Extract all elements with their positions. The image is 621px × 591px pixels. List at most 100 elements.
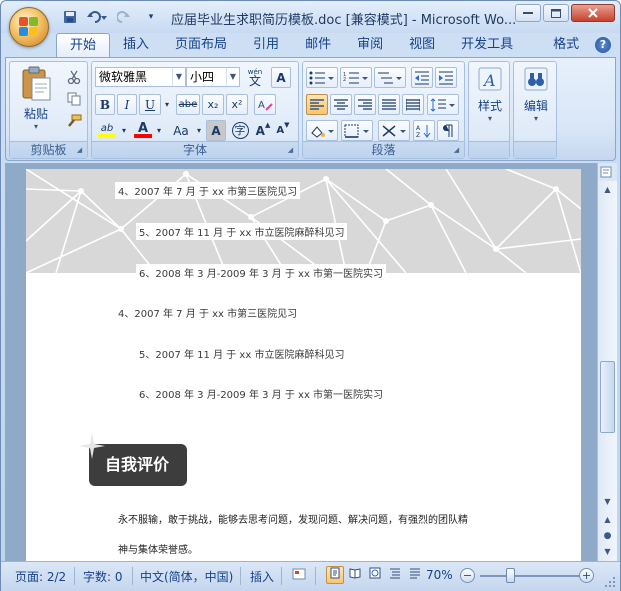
language[interactable]: 中文(简体，中国) [140,568,233,585]
print-layout-view-icon[interactable] [326,566,344,584]
underline-button[interactable]: U [139,94,161,115]
strikethrough-button[interactable]: abe [176,94,200,115]
cut-icon[interactable] [63,66,85,87]
underline-dropdown-icon[interactable]: ▾ [161,94,173,115]
macro-record-icon[interactable] [290,567,308,585]
justify-button[interactable] [378,94,400,115]
editing-dropdown-icon[interactable]: ▾ [513,114,559,123]
increase-indent-button[interactable] [435,67,457,88]
bold-button[interactable]: B [95,94,115,115]
multilevel-list-button[interactable] [374,67,406,88]
paragraph-dialog-launcher-icon[interactable]: ◢ [452,146,461,155]
paste-dropdown-icon[interactable]: ▾ [13,122,59,131]
chinese-layout-button[interactable] [378,120,410,141]
status-separator [74,567,75,585]
align-center-button[interactable] [330,94,352,115]
align-left-button[interactable] [306,94,328,115]
minimize-button[interactable] [515,4,541,22]
tab-developer[interactable]: 开发工具 [448,33,526,57]
vertical-scrollbar[interactable]: ▲ ▼ ▲ ● ▼ [597,181,617,561]
enclose-characters-button[interactable]: 字 [229,120,251,141]
tab-home[interactable]: 开始 [56,33,111,57]
borders-button[interactable] [341,120,373,141]
page-count[interactable]: 页面: 2/2 [15,568,66,585]
tab-references[interactable]: 引用 [240,33,292,57]
zoom-level[interactable]: 70% [426,568,453,582]
change-case-button[interactable]: Aa [168,120,194,141]
shrink-font-button[interactable]: A ▼ [273,120,293,141]
grow-font-button[interactable]: A ▲ [253,120,273,141]
font-dialog-launcher-icon[interactable]: ◢ [286,146,295,155]
font-name-value: 微软雅黑 [99,70,148,84]
maximize-button[interactable] [543,4,569,22]
numbering-button[interactable]: 12 [340,67,372,88]
distributed-button[interactable] [402,94,424,115]
phonetic-guide-button[interactable]: wén 文 [243,66,267,88]
web-layout-view-icon[interactable] [366,566,384,584]
undo-icon[interactable] [83,8,111,26]
save-icon[interactable] [61,8,79,26]
full-screen-reading-view-icon[interactable] [346,566,364,584]
clear-formatting-button[interactable]: A [254,94,276,115]
change-case-dropdown-icon[interactable]: ▾ [194,120,204,141]
character-border-button[interactable]: A [271,67,291,88]
help-icon[interactable]: ? [595,37,611,53]
editing-button[interactable]: 编辑 ▾ [513,66,559,140]
zoom-slider-track[interactable] [480,575,582,577]
office-button[interactable] [9,7,49,47]
shading-button[interactable] [306,120,338,141]
redo-icon[interactable] [115,8,133,26]
font-size-select[interactable]: 小四 ▼ [186,67,240,87]
font-color-dropdown-icon[interactable]: ▾ [154,120,164,141]
office-logo-icon [19,17,39,37]
previous-page-icon[interactable]: ▲ [600,513,615,527]
font-name-select[interactable]: 微软雅黑 ▼ [95,67,186,87]
bullets-button[interactable] [306,67,338,88]
highlight-button[interactable]: ab [95,120,119,141]
font-name-dropdown-icon[interactable]: ▼ [172,68,185,86]
styles-dropdown-icon[interactable]: ▾ [467,114,513,123]
tab-review[interactable]: 审阅 [344,33,396,57]
copy-icon[interactable] [63,88,85,109]
highlight-dropdown-icon[interactable]: ▾ [119,120,129,141]
align-right-button[interactable] [354,94,376,115]
clipboard-dialog-launcher-icon[interactable]: ◢ [75,146,84,155]
word-count[interactable]: 字数: 0 [83,568,123,585]
tab-mailings[interactable]: 邮件 [292,33,344,57]
styles-button[interactable]: A 样式 ▾ [467,66,513,140]
close-button[interactable] [571,4,615,22]
zoom-out-icon[interactable]: − [460,568,475,583]
outline-view-icon[interactable] [386,566,404,584]
paste-button[interactable]: 粘贴 ▾ [13,66,59,140]
customize-quick-access-icon[interactable]: ▾ [145,8,157,26]
line-spacing-button[interactable] [427,94,459,115]
draft-view-icon[interactable] [406,566,424,584]
scroll-down-icon[interactable]: ▼ [600,495,615,509]
scrollbar-thumb[interactable] [600,361,615,433]
tab-view[interactable]: 视图 [396,33,448,57]
tab-format[interactable]: 格式 [540,33,592,57]
font-size-dropdown-icon[interactable]: ▼ [226,68,239,86]
scroll-up-icon[interactable]: ▲ [600,183,615,197]
svg-text:Z: Z [416,132,420,138]
select-browse-object-icon[interactable]: ● [600,529,615,543]
svg-text:A: A [416,125,421,132]
subscript-button[interactable]: x₂ [202,94,224,115]
view-ruler-button[interactable] [597,163,617,181]
decrease-indent-button[interactable] [411,67,433,88]
sort-button[interactable]: AZ [413,120,435,141]
italic-button[interactable]: I [117,94,137,115]
superscript-button[interactable]: x² [226,94,248,115]
tab-page-layout[interactable]: 页面布局 [162,33,240,57]
show-hide-marks-button[interactable] [437,120,459,141]
resize-grip-icon[interactable] [604,576,616,588]
insert-mode[interactable]: 插入 [250,568,274,585]
banner-network-image [26,169,581,273]
zoom-slider-thumb[interactable] [506,568,515,583]
format-painter-icon[interactable] [63,110,85,131]
zoom-in-icon[interactable]: + [579,568,594,583]
next-page-icon[interactable]: ▼ [600,545,615,559]
character-shading-button[interactable]: A [206,120,226,141]
font-color-button[interactable]: A [132,120,154,141]
tab-insert[interactable]: 插入 [110,33,162,57]
